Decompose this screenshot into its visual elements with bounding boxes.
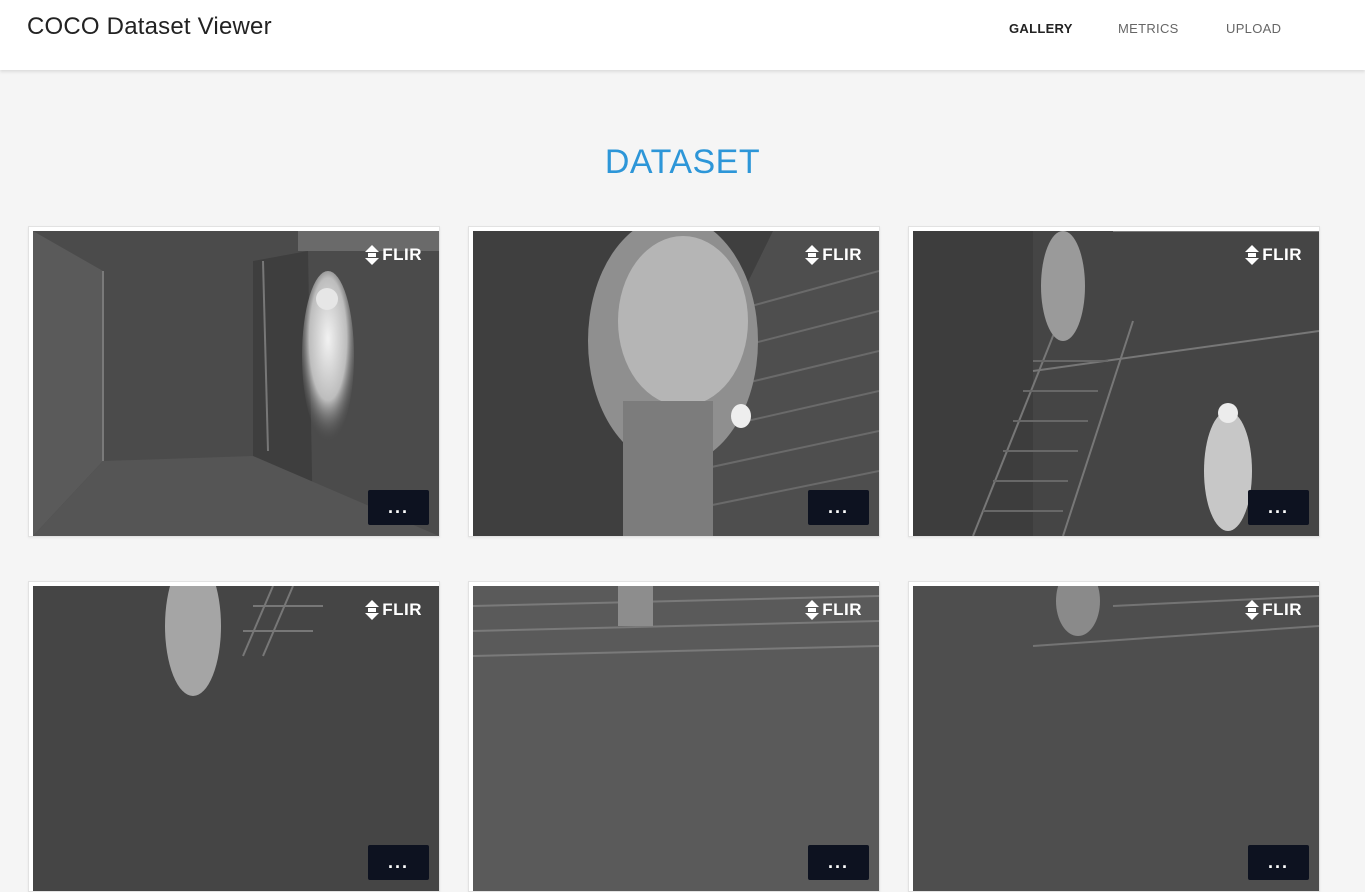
flir-text: FLIR	[1262, 600, 1302, 619]
more-options-button[interactable]: ...	[368, 490, 429, 525]
more-options-button[interactable]: ...	[808, 490, 869, 525]
flir-text: FLIR	[382, 245, 422, 264]
image-card[interactable]: FLIR ...	[28, 581, 440, 892]
more-options-button[interactable]: ...	[1248, 845, 1309, 880]
flir-logo-icon	[805, 600, 820, 620]
nav-upload[interactable]: UPLOAD	[1226, 21, 1281, 36]
main-nav: GALLERY METRICS UPLOAD	[0, 21, 1365, 41]
page-heading: DATASET	[604, 143, 761, 181]
flir-text: FLIR	[1262, 245, 1302, 264]
more-options-button[interactable]: ...	[808, 845, 869, 880]
flir-text: FLIR	[822, 245, 862, 264]
nav-metrics[interactable]: METRICS	[1118, 21, 1179, 36]
flir-logo-icon	[805, 245, 820, 265]
thermal-image[interactable]: FLIR ...	[913, 231, 1319, 536]
more-options-button[interactable]: ...	[368, 845, 429, 880]
flir-text: FLIR	[382, 600, 422, 619]
thermal-image[interactable]: FLIR ...	[33, 231, 439, 536]
flir-logo-icon	[1245, 600, 1260, 620]
image-card[interactable]: FLIR ...	[468, 226, 880, 537]
top-navbar: COCO Dataset Viewer GALLERY METRICS UPLO…	[0, 0, 1365, 70]
flir-watermark: FLIR	[1245, 245, 1302, 265]
thermal-image[interactable]: FLIR ...	[473, 586, 879, 891]
nav-gallery[interactable]: GALLERY	[1009, 21, 1073, 36]
flir-watermark: FLIR	[1245, 600, 1302, 620]
thermal-image[interactable]: FLIR ...	[33, 586, 439, 891]
thermal-image[interactable]: FLIR ...	[473, 231, 879, 536]
flir-text: FLIR	[822, 600, 862, 619]
flir-logo-icon	[365, 600, 380, 620]
flir-logo-icon	[365, 245, 380, 265]
thermal-image[interactable]: FLIR ...	[913, 586, 1319, 891]
flir-watermark: FLIR	[805, 245, 862, 265]
image-card[interactable]: FLIR ...	[908, 581, 1320, 892]
flir-watermark: FLIR	[365, 600, 422, 620]
more-options-button[interactable]: ...	[1248, 490, 1309, 525]
image-card[interactable]: FLIR ...	[908, 226, 1320, 537]
flir-watermark: FLIR	[805, 600, 862, 620]
image-card[interactable]: FLIR ...	[468, 581, 880, 892]
image-card[interactable]: FLIR ...	[28, 226, 440, 537]
flir-logo-icon	[1245, 245, 1260, 265]
flir-watermark: FLIR	[365, 245, 422, 265]
